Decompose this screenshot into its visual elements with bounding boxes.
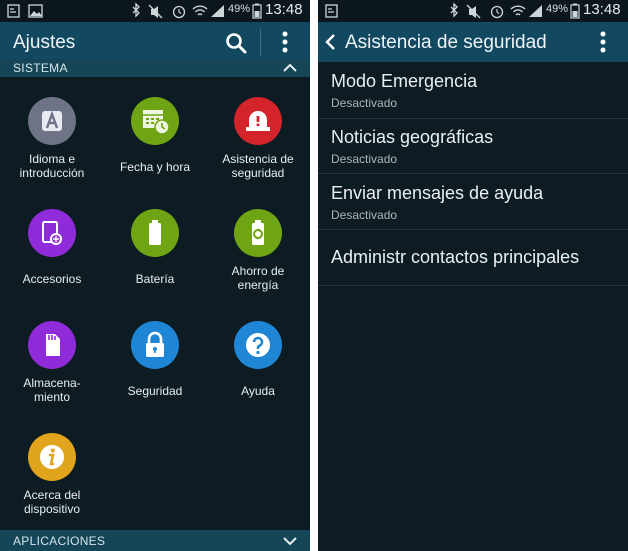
- sd-notification-icon: [7, 4, 20, 18]
- tile-label: Batería: [135, 272, 175, 286]
- tile-accesorios[interactable]: Accesorios: [0, 209, 104, 321]
- section-header-aplicaciones[interactable]: APLICACIONES: [0, 530, 310, 551]
- sd-notification-icon: [325, 4, 338, 18]
- sd-card-icon: [46, 334, 60, 356]
- tile-label: Almacena- miento: [23, 376, 81, 404]
- back-arrow-icon[interactable]: [324, 33, 338, 51]
- tile-icon-circle: [28, 433, 76, 481]
- tile-label: Ahorro de energía: [231, 264, 285, 292]
- tile-label: Ayuda: [241, 384, 275, 398]
- more-options-icon[interactable]: [280, 30, 290, 56]
- mute-icon: [466, 4, 481, 19]
- signal-icon: [211, 5, 224, 17]
- tile-label: Acerca del dispositivo: [23, 488, 81, 516]
- page-title: Ajustes: [13, 32, 76, 53]
- tile-icon-circle: [131, 321, 179, 369]
- help-icon: [246, 333, 270, 357]
- more-options-icon[interactable]: [598, 30, 608, 56]
- list-item-noticias[interactable]: Noticias geográficas Desactivado: [318, 118, 628, 174]
- list-item-title: Noticias geográficas: [331, 127, 494, 147]
- tile-label: Accesorios: [22, 272, 82, 286]
- tile-bateria[interactable]: Batería: [103, 209, 207, 321]
- signal-icon: [529, 5, 542, 17]
- warning-siren-icon: [246, 111, 270, 131]
- chevron-up-icon: [283, 63, 297, 72]
- tile-asistencia[interactable]: Asistencia de seguridad: [206, 97, 310, 209]
- accessory-icon: [42, 221, 62, 245]
- search-icon[interactable]: [224, 31, 248, 55]
- tile-almacenamiento[interactable]: Almacena- miento: [0, 321, 104, 433]
- calendar-clock-icon: [143, 110, 170, 135]
- list-item-modo-emergencia[interactable]: Modo Emergencia Desactivado: [318, 62, 628, 119]
- battery-status-icon: [570, 3, 580, 19]
- lock-icon: [146, 331, 164, 357]
- section-label: SISTEMA: [13, 61, 68, 75]
- safety-assistance-screen: 49% 13:48 Asistencia de seguridad Modo E…: [318, 0, 628, 551]
- power-saving-icon: [252, 220, 264, 245]
- tile-ayuda[interactable]: Ayuda: [206, 321, 310, 433]
- tile-label: Seguridad: [127, 384, 183, 398]
- battery-status-icon: [252, 3, 262, 19]
- list-item-title: Modo Emergencia: [331, 71, 478, 91]
- language-icon: [42, 110, 62, 131]
- clock: 13:48: [583, 1, 621, 18]
- wifi-icon: [192, 5, 208, 16]
- bluetooth-icon: [132, 2, 140, 18]
- list-item-contactos[interactable]: Administr contactos principales: [318, 230, 628, 286]
- tile-label: Asistencia de seguridad: [222, 152, 294, 180]
- tile-icon-circle: [131, 209, 179, 257]
- info-icon: [40, 445, 64, 469]
- divider: [260, 28, 261, 56]
- tile-icon-circle: [234, 321, 282, 369]
- battery-percent: 49%: [228, 3, 251, 15]
- status-bar: 49% 13:48: [318, 0, 628, 22]
- bluetooth-icon: [450, 2, 458, 18]
- tile-icon-circle: [28, 321, 76, 369]
- app-bar: Ajustes: [0, 22, 310, 62]
- tile-icon-circle: [234, 209, 282, 257]
- chevron-down-icon: [283, 537, 297, 546]
- battery-percent: 49%: [546, 3, 569, 15]
- battery-icon: [149, 220, 161, 245]
- image-notification-icon: [28, 4, 43, 18]
- app-bar: Asistencia de seguridad: [318, 22, 628, 62]
- alarm-icon: [490, 5, 504, 19]
- tile-fecha-hora[interactable]: Fecha y hora: [103, 97, 207, 209]
- list-item-subtitle: Desactivado: [331, 96, 398, 110]
- tile-label: Idioma e introducción: [19, 152, 85, 180]
- tile-idioma[interactable]: Idioma e introducción: [0, 97, 104, 209]
- section-label: APLICACIONES: [13, 534, 106, 548]
- tile-icon-circle: [28, 97, 76, 145]
- list-item-subtitle: Desactivado: [331, 152, 398, 166]
- tile-icon-circle: [28, 209, 76, 257]
- tile-icon-circle: [131, 97, 179, 145]
- page-title: Asistencia de seguridad: [345, 32, 547, 53]
- alarm-icon: [172, 5, 186, 19]
- tile-icon-circle: [234, 97, 282, 145]
- wifi-icon: [510, 5, 526, 16]
- list-item-title: Enviar mensajes de ayuda: [331, 183, 544, 203]
- section-header-sistema[interactable]: SISTEMA: [0, 59, 310, 77]
- tile-label: Fecha y hora: [119, 160, 191, 174]
- mute-icon: [148, 4, 163, 19]
- list-item-enviar-mensajes[interactable]: Enviar mensajes de ayuda Desactivado: [318, 174, 628, 230]
- list-item-subtitle: Desactivado: [331, 208, 398, 222]
- settings-screen: 49% 13:48 Ajustes SISTEMA Idioma e intro…: [0, 0, 310, 551]
- tile-seguridad[interactable]: Seguridad: [103, 321, 207, 433]
- status-bar: 49% 13:48: [0, 0, 310, 22]
- tile-acerca[interactable]: Acerca del dispositivo: [0, 433, 104, 545]
- tile-ahorro[interactable]: Ahorro de energía: [206, 209, 310, 321]
- list-item-title: Administr contactos principales: [331, 247, 580, 267]
- clock: 13:48: [265, 1, 303, 18]
